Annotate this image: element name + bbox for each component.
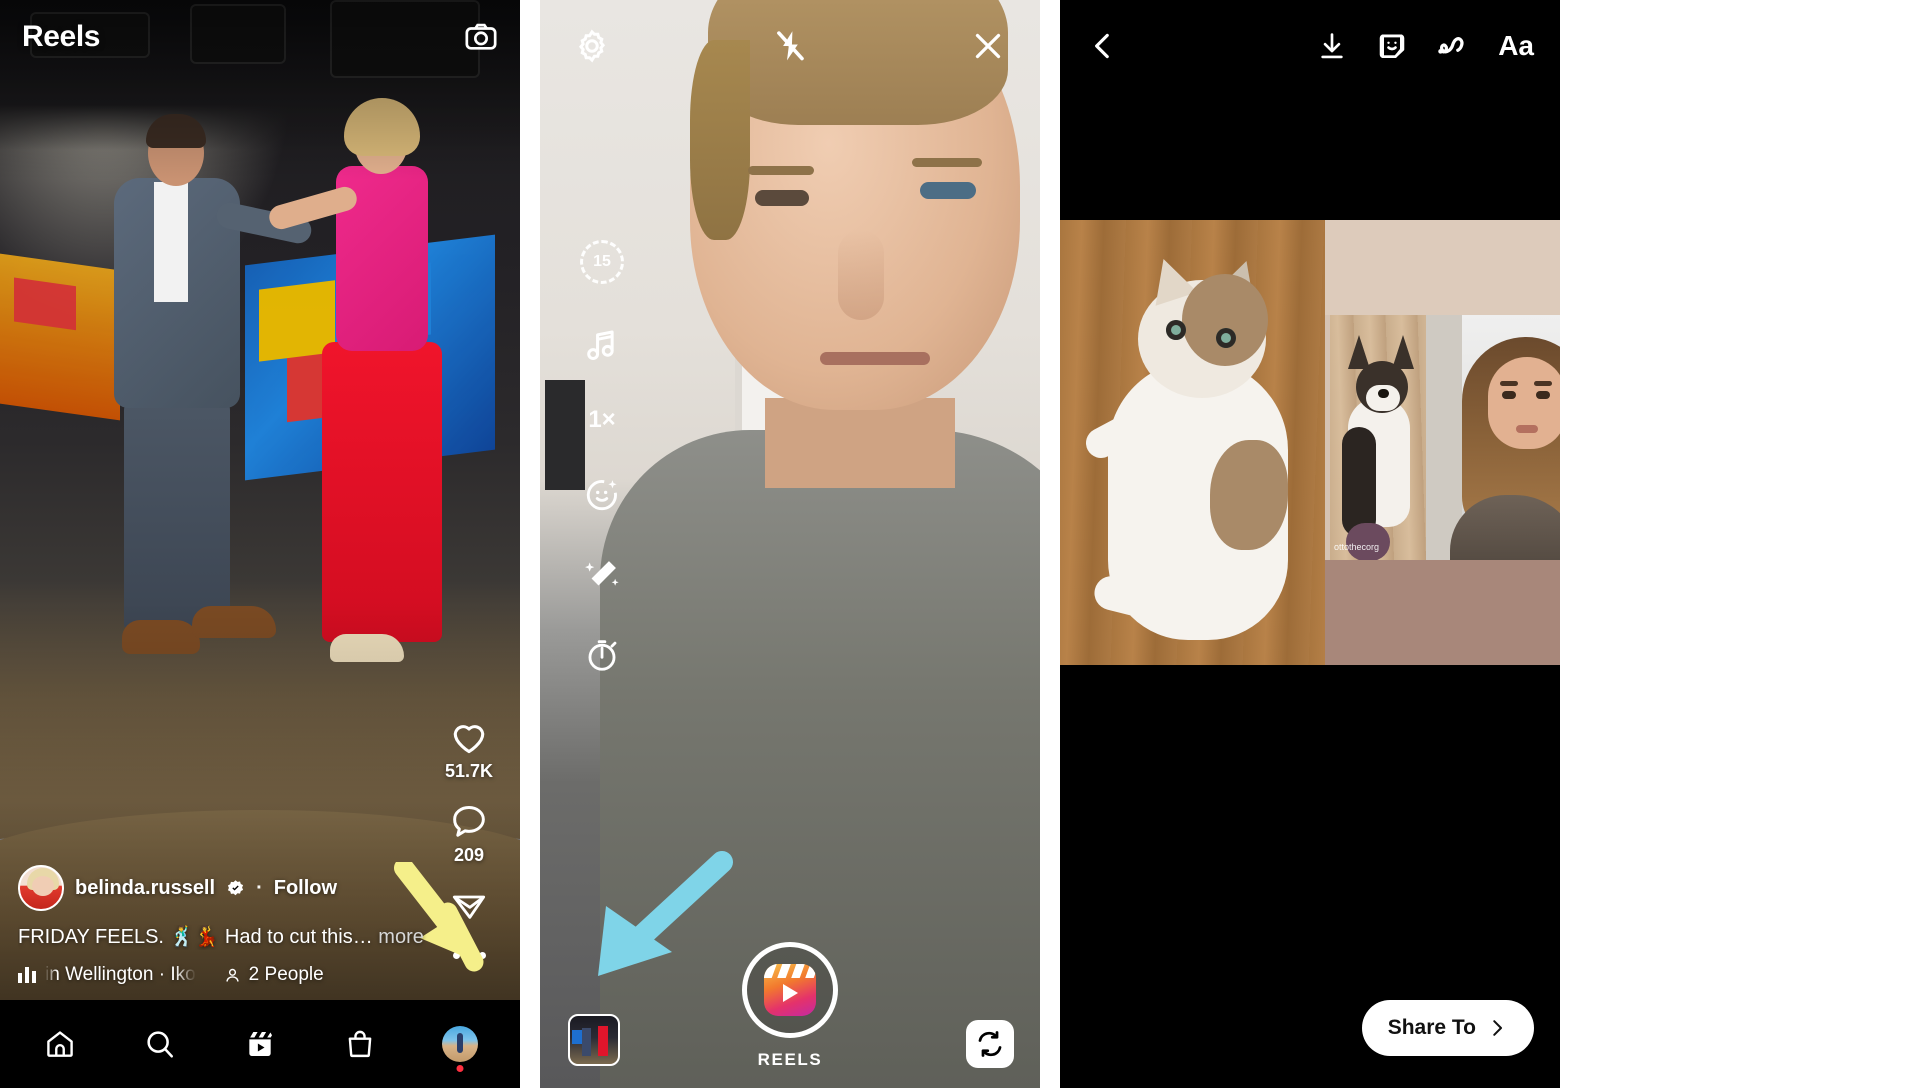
tab-search[interactable] [128,1012,192,1076]
bottom-tab-bar [0,1000,520,1088]
collage-left-media[interactable] [1060,220,1325,665]
reels-record-icon [764,964,816,1016]
comment-button[interactable]: 209 [448,800,490,866]
verified-badge-icon [227,879,244,895]
camera-icon[interactable] [464,20,498,54]
gear-icon[interactable] [574,28,610,64]
caption-text: FRIDAY FEELS. 🕺💃 Had to cut this… [18,926,379,948]
username[interactable]: belinda.russell [75,877,215,900]
tab-reels[interactable] [228,1012,292,1076]
separator-dot: · [256,876,263,899]
like-button[interactable]: 51.7K [445,714,493,782]
tagged-people[interactable]: 2 People [223,964,324,986]
panel-reels-camera: 15 1× REELS [540,0,1040,1088]
collage-right-media[interactable]: ottothecorg [1325,220,1560,665]
editor-top-bar: Aa [1060,0,1560,92]
record-button[interactable] [742,942,838,1038]
stopwatch-timer-icon[interactable] [583,636,621,674]
three-panel-screenshot: Reels 51.7K 209 belinda.russell · Follow… [0,0,1920,1088]
caption[interactable]: FRIDAY FEELS. 🕺💃 Had to cut this… more [18,925,502,950]
camera-top-bar [540,0,1040,92]
tab-home[interactable] [28,1012,92,1076]
person-neck [765,398,955,488]
speed-tool[interactable]: 1× [588,406,615,434]
camera-bottom-bar: REELS [540,888,1040,1088]
duration-tool[interactable]: 15 [580,240,624,284]
editor-tools: Aa [1316,29,1534,63]
reel-metadata: belinda.russell · Follow FRIDAY FEELS. 🕺… [0,865,520,1000]
split-clip-group: ottothecorg [1330,315,1560,560]
media-collage[interactable]: ottothecorg [1060,220,1560,665]
duration-value: 15 [593,253,611,270]
avatar[interactable] [18,865,64,911]
audio-title[interactable]: in Wellington · Iko [45,964,196,986]
woman-clip[interactable] [1426,315,1560,560]
back-chevron-icon[interactable] [1086,29,1120,63]
audio-and-tags-row: in Wellington · Iko 2 People [18,964,502,986]
panel-instagram-reels-feed: Reels 51.7K 209 belinda.russell · Follow… [0,0,520,1088]
camera-tool-rail: 15 1× [572,240,632,674]
share-to-label: Share To [1387,1016,1476,1039]
download-icon[interactable] [1316,30,1348,62]
like-count: 51.7K [444,761,494,781]
text-tool[interactable]: Aa [1498,30,1534,62]
effects-smiley-sparkle-icon[interactable] [583,476,621,514]
share-to-button[interactable]: Share To [1361,1000,1534,1056]
flip-camera-icon[interactable] [966,1020,1014,1068]
feed-header: Reels [0,0,520,74]
music-note-icon[interactable] [583,326,621,364]
tab-shop[interactable] [328,1012,392,1076]
tab-profile[interactable] [428,1012,492,1076]
clip-watermark: ottothecorg [1334,542,1380,552]
comment-count: 209 [453,845,485,865]
corgi-clip[interactable]: ottothecorg [1330,315,1426,560]
people-count-label: 2 People [248,964,324,985]
profile-notification-dot [456,1065,464,1072]
panel-story-editor: ottothecorg Aa Share To [1060,0,1560,1088]
panel-divider [1040,0,1060,1088]
sticker-icon[interactable] [1376,30,1408,62]
draw-squiggle-icon[interactable] [1436,29,1470,63]
chevron-right-icon [1493,1020,1503,1036]
camera-mode-label[interactable]: REELS [758,1050,823,1070]
follow-button[interactable]: Follow [274,877,337,900]
cat-subject [1080,250,1305,650]
editor-canvas[interactable]: ottothecorg [1060,0,1560,1088]
audio-equalizer-icon [18,967,36,983]
caption-more-link[interactable]: more [378,926,424,948]
panel-divider [520,0,540,1088]
gallery-thumbnail[interactable] [568,1014,620,1066]
close-x-icon[interactable] [970,28,1006,64]
profile-avatar-icon [442,1026,478,1062]
author-row[interactable]: belinda.russell · Follow [18,865,502,911]
flash-off-icon[interactable] [772,28,808,64]
page-title: Reels [22,20,101,53]
magic-wand-icon[interactable] [583,556,621,594]
